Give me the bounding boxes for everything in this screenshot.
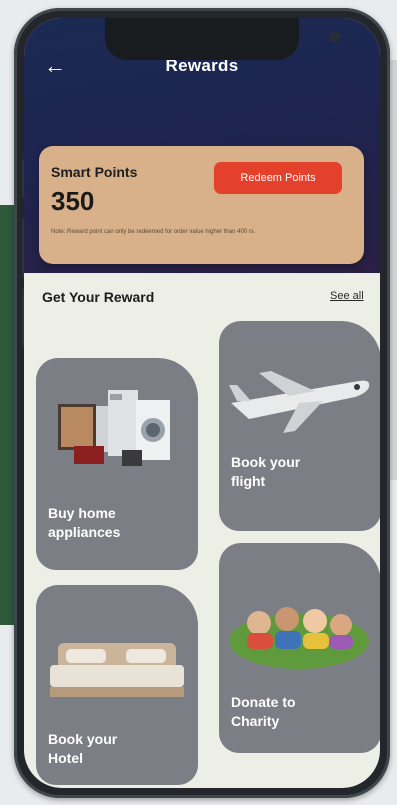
- reward-label-line: flight: [231, 473, 266, 489]
- points-value: 350: [51, 186, 95, 216]
- airplane-icon: [229, 371, 370, 433]
- background-panel-right: [389, 60, 397, 480]
- children-icon: [229, 607, 369, 669]
- points-note: Note: Reward point can only be redeemed …: [51, 229, 256, 235]
- reward-label-line: Charity: [231, 713, 280, 729]
- redeem-points-button[interactable]: Redeem Points: [214, 162, 342, 194]
- points-label: Smart Points: [51, 164, 138, 180]
- reward-label: Book your flight: [231, 453, 300, 491]
- reward-label: Buy home appliances: [48, 504, 120, 542]
- reward-card-hotel[interactable]: Book your Hotel: [36, 585, 198, 785]
- reward-label-line: Donate to: [231, 694, 296, 710]
- reward-label-line: Book your: [48, 731, 118, 747]
- see-all-link[interactable]: See all: [330, 290, 364, 302]
- reward-label: Donate to Charity: [231, 693, 296, 731]
- reward-card-charity[interactable]: Donate to Charity: [219, 543, 380, 753]
- section-title: Get Your Reward: [42, 289, 155, 305]
- appliances-icon: [58, 390, 170, 466]
- camera-icon: [330, 32, 340, 42]
- reward-label-line: Book your: [231, 454, 301, 470]
- reward-card-flight[interactable]: Book your flight: [219, 321, 380, 531]
- reward-label-line: Hotel: [48, 750, 83, 766]
- reward-card-appliances[interactable]: Buy home appliances: [36, 358, 198, 570]
- points-card: Smart Points 350 Redeem Points Note: Rew…: [39, 146, 364, 264]
- phone-screen: ← Rewards Smart Points 350 Redeem Points…: [24, 18, 380, 788]
- reward-label-line: Buy home: [48, 505, 116, 521]
- phone-notch: [105, 18, 340, 60]
- bed-icon: [50, 643, 184, 697]
- reward-label: Book your Hotel: [48, 730, 117, 768]
- reward-label-line: appliances: [48, 524, 121, 540]
